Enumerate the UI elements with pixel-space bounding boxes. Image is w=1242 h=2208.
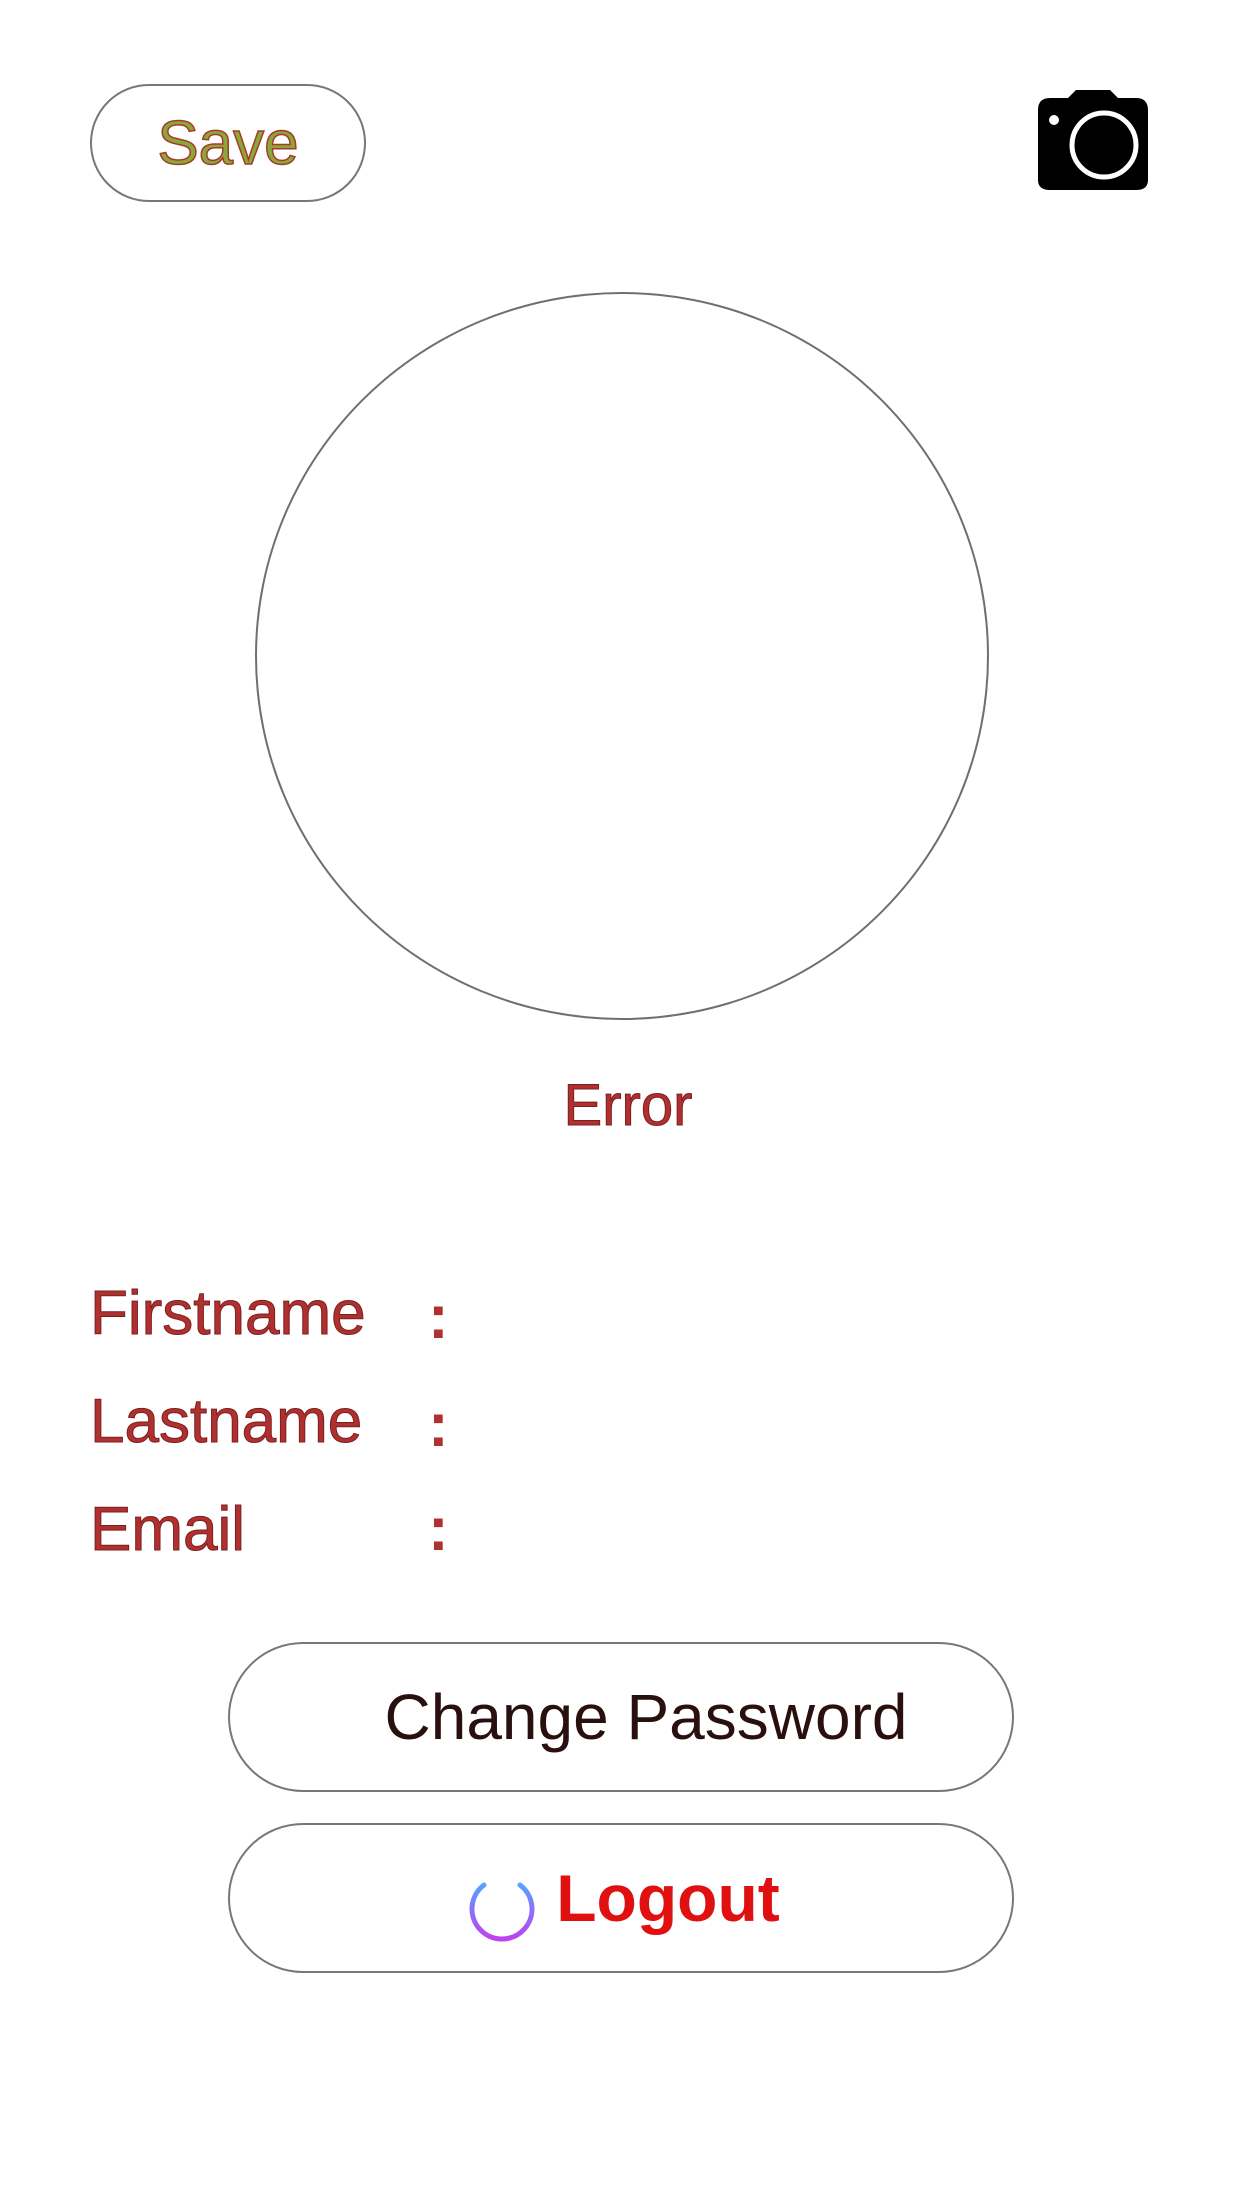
firstname-separator: : (428, 1283, 449, 1352)
logout-label: Logout (556, 1861, 780, 1935)
save-button[interactable]: Save (90, 84, 366, 202)
email-label: Email (89, 1495, 246, 1565)
email-separator: : (428, 1495, 449, 1564)
lastname-separator: : (428, 1391, 449, 1460)
change-password-label: Change Password (384, 1681, 908, 1753)
firstname-label: Firstname (90, 1279, 367, 1349)
avatar[interactable] (255, 292, 989, 1020)
avatar-status-text: Error (563, 1073, 693, 1139)
change-password-button[interactable]: Change Password (228, 1642, 1014, 1792)
camera-icon[interactable] (1030, 90, 1156, 190)
lastname-label: Lastname (89, 1387, 363, 1457)
power-icon (462, 1853, 542, 1943)
logout-button[interactable]: Logout (228, 1823, 1014, 1973)
